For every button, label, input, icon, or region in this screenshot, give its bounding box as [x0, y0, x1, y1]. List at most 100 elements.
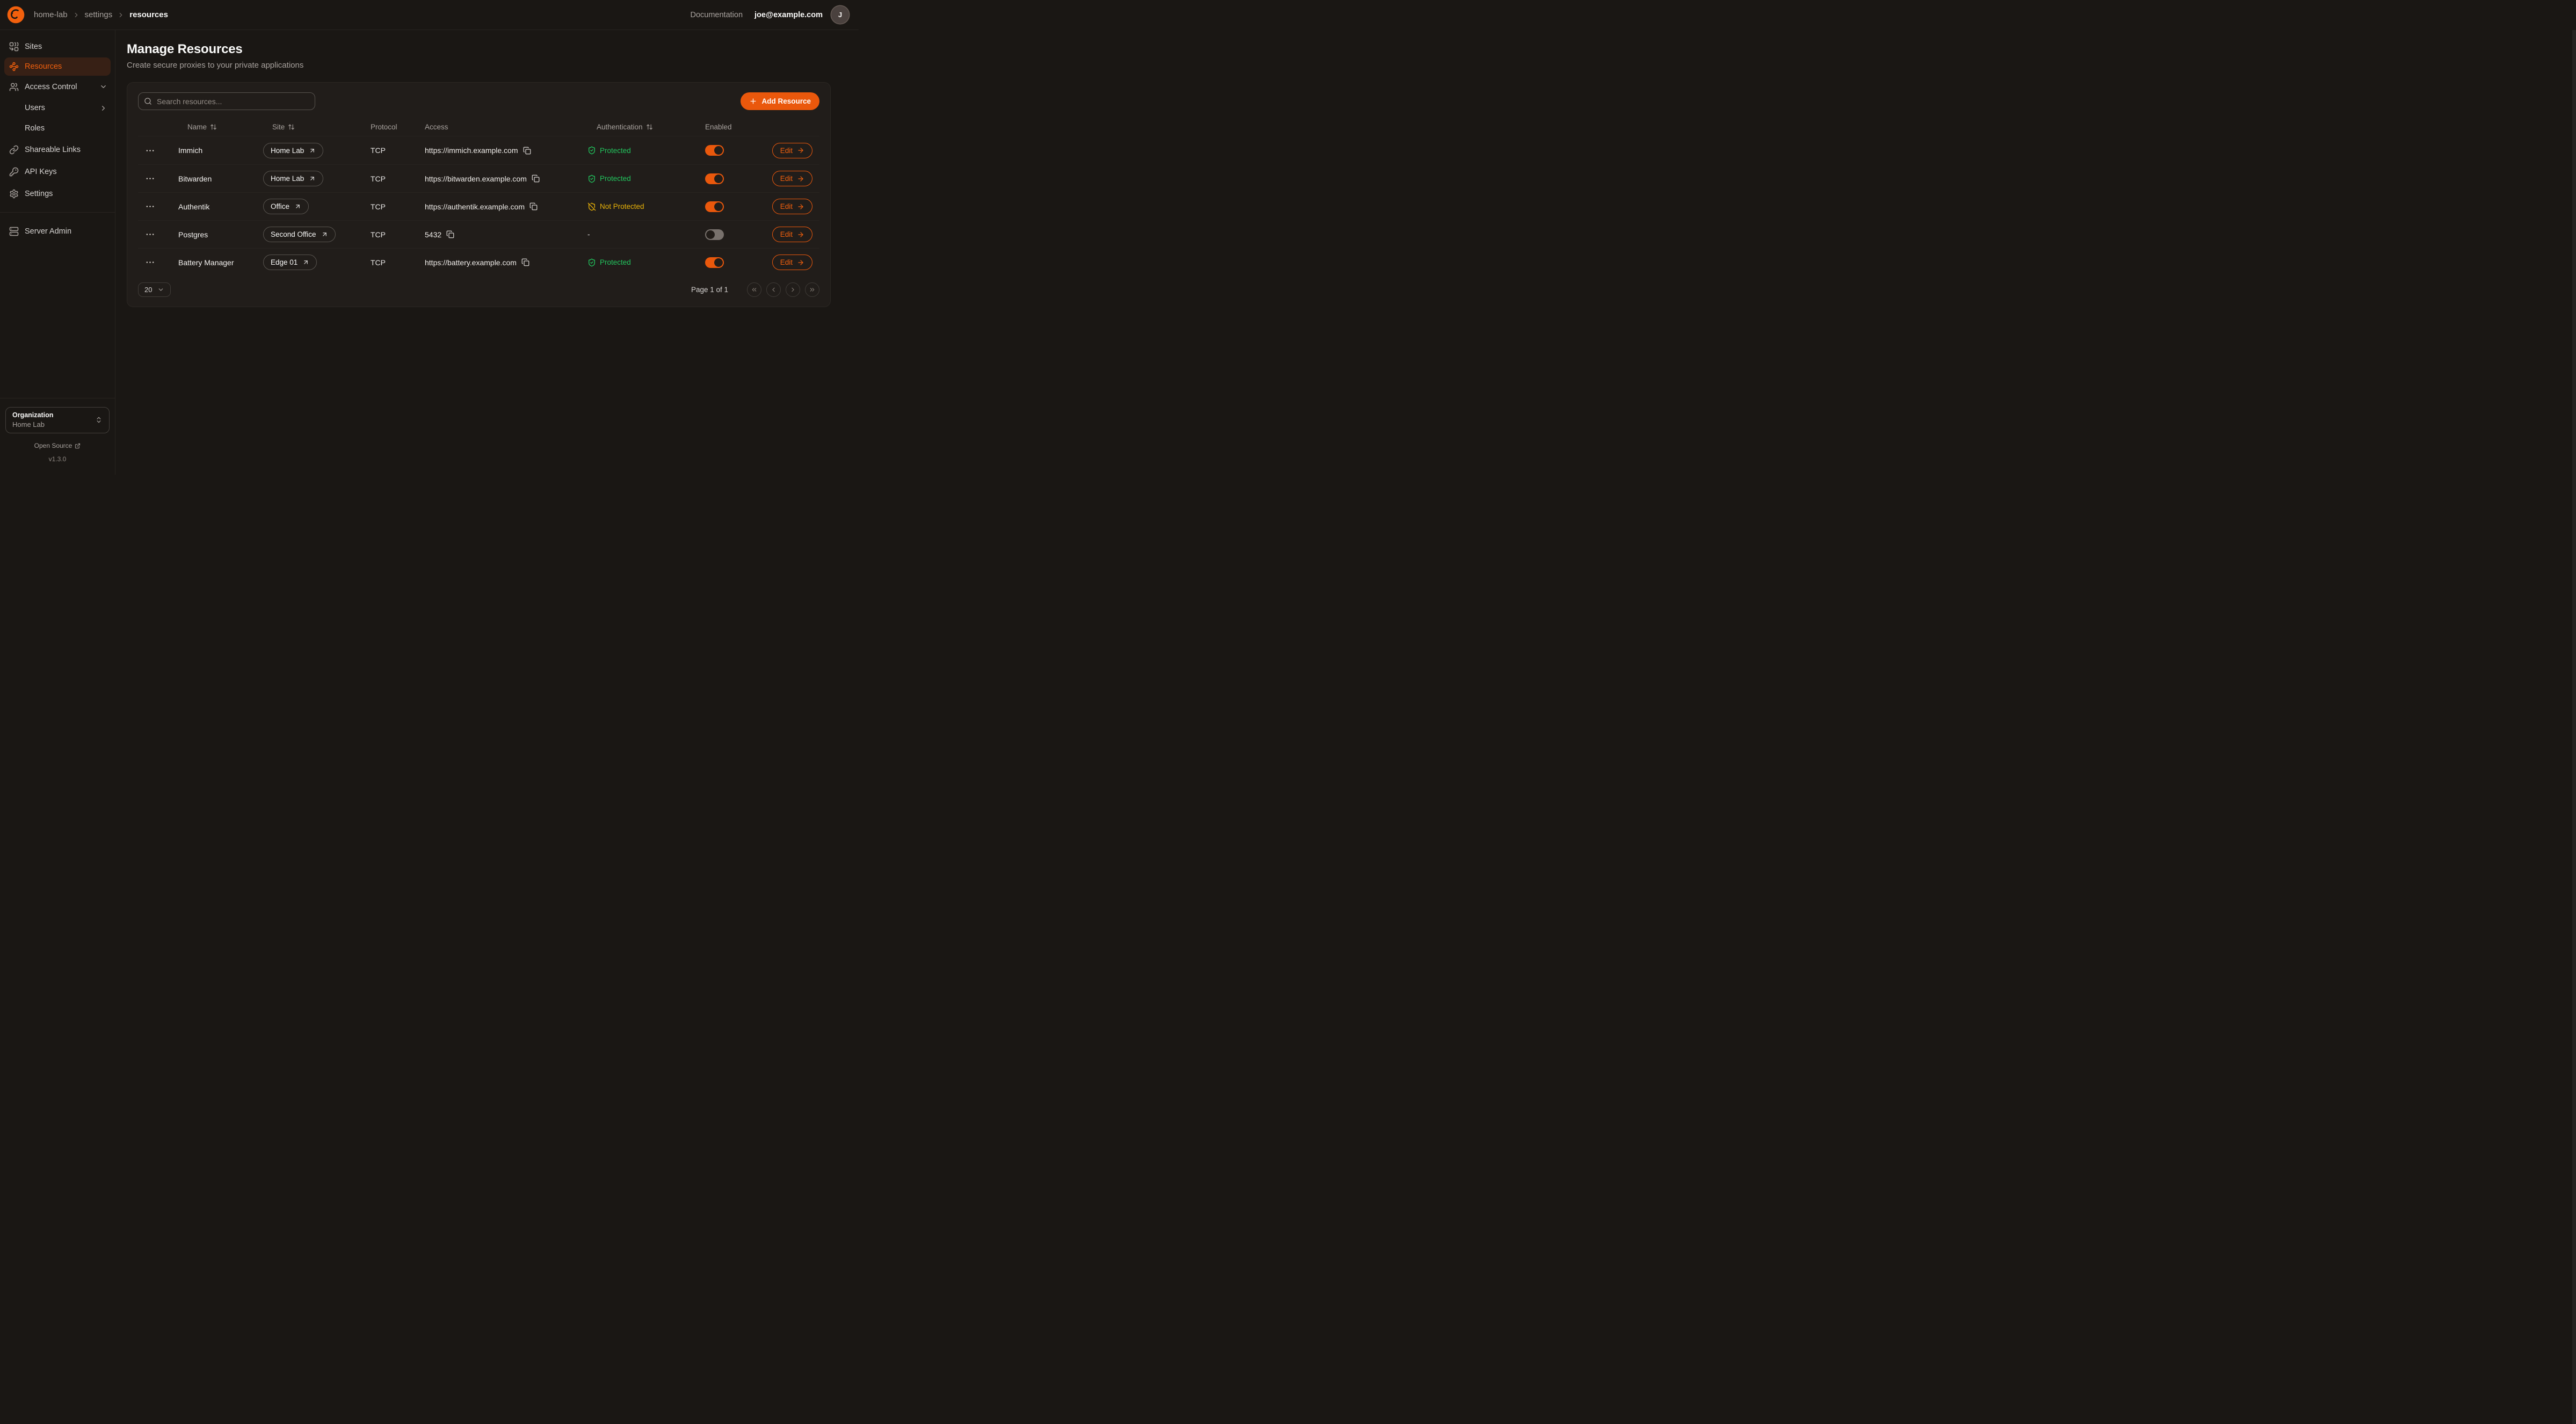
sidebar-item-roles[interactable]: Roles — [0, 118, 115, 139]
page-title: Manage Resources — [127, 42, 859, 57]
column-header-authentication[interactable]: Authentication — [587, 123, 705, 131]
sidebar-item-resources[interactable]: Resources — [4, 57, 111, 76]
organization-picker[interactable]: Organization Home Lab — [5, 407, 110, 433]
resources-icon — [9, 62, 19, 71]
copy-button[interactable] — [446, 230, 454, 238]
search-input[interactable] — [138, 92, 315, 110]
toggle-knob — [714, 258, 723, 267]
column-header-name[interactable]: Name — [178, 123, 263, 131]
documentation-link[interactable]: Documentation — [691, 11, 743, 19]
arrow-up-right-icon — [309, 147, 316, 154]
enabled-toggle[interactable] — [705, 201, 724, 212]
copy-button[interactable] — [532, 175, 540, 183]
page-size-select[interactable]: 20 — [138, 282, 171, 297]
chevron-down-icon — [157, 286, 164, 293]
access-url: https://bitwarden.example.com — [425, 175, 527, 183]
enabled-toggle[interactable] — [705, 229, 724, 240]
user-email[interactable]: joe@example.com — [754, 11, 823, 19]
toggle-knob — [714, 175, 723, 183]
sidebar-item-server-admin[interactable]: Server Admin — [0, 220, 115, 242]
sidebar-item-settings[interactable]: Settings — [0, 183, 115, 205]
sidebar-item-access-control[interactable]: Access Control — [0, 76, 115, 98]
link-icon — [9, 145, 19, 155]
sidebar-item-label: Shareable Links — [25, 146, 81, 154]
sidebar-item-users[interactable]: Users — [0, 98, 115, 118]
first-page-button[interactable] — [747, 282, 761, 297]
top-bar: home-lab settings resources Documentatio… — [0, 0, 859, 30]
protocol-value: TCP — [371, 146, 425, 155]
chevron-right-icon — [99, 104, 107, 112]
site-link-button[interactable]: Office — [263, 199, 309, 214]
ellipsis-icon — [146, 174, 155, 183]
copy-icon — [532, 175, 540, 183]
site-link-button[interactable]: Edge 01 — [263, 255, 317, 270]
add-resource-button[interactable]: Add Resource — [741, 92, 819, 110]
next-page-button[interactable] — [786, 282, 800, 297]
edit-button[interactable]: Edit — [772, 143, 812, 158]
resource-name: Postgres — [178, 230, 263, 239]
site-name: Office — [271, 202, 289, 210]
table-header-row: Name Site Protocol Access Authentication… — [138, 118, 819, 136]
authentication-status: - — [587, 230, 705, 238]
copy-button[interactable] — [529, 202, 538, 210]
breadcrumb-settings[interactable]: settings — [85, 10, 113, 19]
table-row: Bitwarden Home Lab TCP https://bitwarden… — [138, 164, 819, 192]
shield-check-icon — [587, 258, 596, 267]
arrow-up-right-icon — [294, 203, 301, 210]
column-header-access: Access — [425, 123, 587, 131]
sidebar-item-api-keys[interactable]: API Keys — [0, 161, 115, 183]
edit-button[interactable]: Edit — [772, 227, 812, 242]
organization-picker-label: Organization — [12, 411, 95, 419]
enabled-toggle[interactable] — [705, 173, 724, 184]
breadcrumb-org[interactable]: home-lab — [34, 10, 68, 19]
access-control-icon — [9, 82, 19, 92]
open-source-label: Open Source — [34, 442, 72, 449]
sort-icon — [210, 123, 217, 130]
table-row: Battery Manager Edge 01 TCP https://batt… — [138, 248, 819, 276]
chevron-right-icon — [789, 286, 796, 293]
last-page-button[interactable] — [805, 282, 819, 297]
site-link-button[interactable]: Second Office — [263, 227, 336, 242]
site-link-button[interactable]: Home Lab — [263, 143, 323, 158]
chevron-down-icon — [99, 83, 107, 91]
enabled-toggle[interactable] — [705, 145, 724, 156]
row-menu-button[interactable] — [138, 146, 155, 155]
shield-off-icon — [587, 202, 596, 211]
arrow-right-icon — [797, 259, 804, 266]
access-url: https://authentik.example.com — [425, 202, 525, 211]
previous-page-button[interactable] — [766, 282, 781, 297]
sidebar-item-sites[interactable]: Sites — [0, 35, 115, 57]
row-menu-button[interactable] — [138, 202, 155, 211]
copy-button[interactable] — [521, 258, 529, 266]
pangolin-logo[interactable] — [6, 5, 25, 24]
site-name: Second Office — [271, 230, 316, 238]
sidebar-item-label: Users — [25, 104, 45, 112]
row-menu-button[interactable] — [138, 258, 155, 267]
edit-button[interactable]: Edit — [772, 255, 812, 270]
scrollbar-track[interactable] — [2572, 30, 2576, 1424]
copy-button[interactable] — [523, 147, 531, 155]
row-menu-button[interactable] — [138, 230, 155, 239]
table-row: Postgres Second Office TCP 5432 - Edit — [138, 220, 819, 248]
row-menu-button[interactable] — [138, 174, 155, 183]
edit-button[interactable]: Edit — [772, 199, 812, 214]
resource-name: Immich — [178, 146, 263, 155]
sidebar-item-label: Access Control — [25, 83, 77, 91]
access-url: https://battery.example.com — [425, 258, 517, 267]
avatar[interactable]: J — [831, 6, 849, 24]
site-link-button[interactable]: Home Lab — [263, 171, 323, 186]
table-row: Immich Home Lab TCP https://immich.examp… — [138, 136, 819, 164]
chevron-right-icon — [72, 11, 80, 19]
toggle-knob — [714, 146, 723, 155]
sites-icon — [9, 42, 19, 52]
open-source-link[interactable]: Open Source — [34, 442, 81, 449]
sidebar-item-shareable-links[interactable]: Shareable Links — [0, 139, 115, 161]
enabled-toggle[interactable] — [705, 257, 724, 268]
site-name: Home Lab — [271, 175, 304, 183]
edit-button[interactable]: Edit — [772, 171, 812, 186]
ellipsis-icon — [146, 258, 155, 267]
resource-name: Authentik — [178, 202, 263, 211]
sidebar-item-label: Settings — [25, 190, 53, 198]
breadcrumb-current: resources — [129, 10, 168, 19]
column-header-site[interactable]: Site — [263, 123, 371, 131]
